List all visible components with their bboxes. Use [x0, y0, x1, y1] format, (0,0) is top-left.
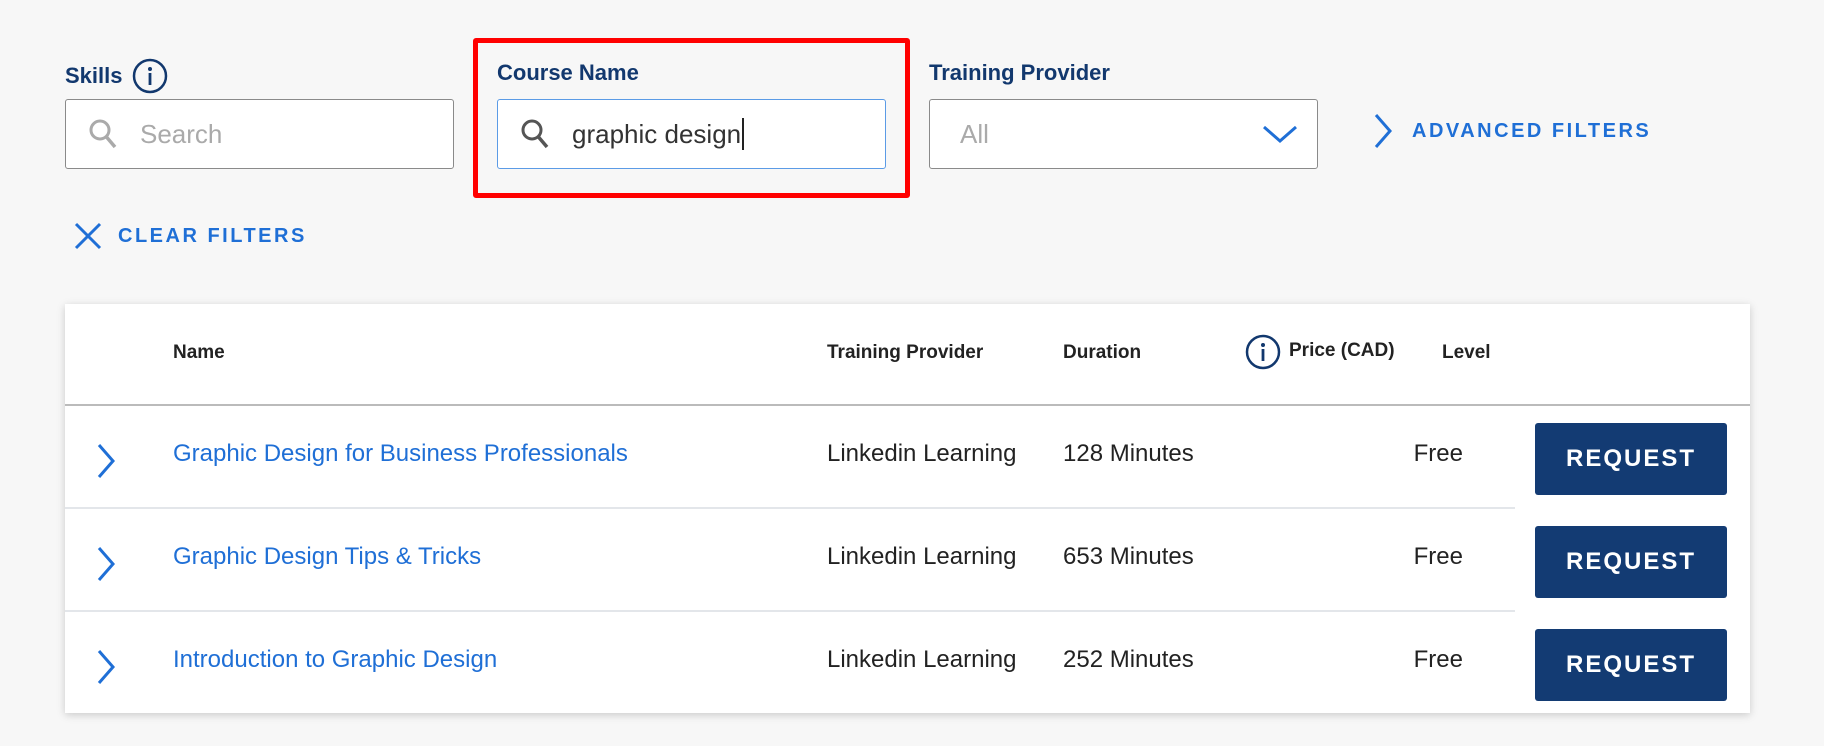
provider-cell: Linkedin Learning — [827, 646, 1017, 673]
table-row: Introduction to Graphic Design Linkedin … — [65, 612, 1750, 715]
duration-cell: 252 Minutes — [1063, 646, 1194, 673]
header-level: Level — [1442, 342, 1491, 363]
clear-filters-button[interactable]: CLEAR FILTERS — [74, 222, 307, 250]
duration-cell: 128 Minutes — [1063, 440, 1194, 467]
provider-cell: Linkedin Learning — [827, 440, 1017, 467]
expand-chevron-icon[interactable] — [95, 442, 117, 480]
price-info-icon[interactable] — [1245, 334, 1281, 370]
skills-search-input[interactable]: Search — [65, 99, 454, 169]
header-price: Price (CAD) — [1289, 340, 1395, 361]
course-name-input[interactable]: graphic design — [497, 99, 886, 169]
request-button[interactable]: REQUEST — [1535, 423, 1727, 495]
close-icon — [74, 222, 102, 250]
price-cell: Free — [1413, 440, 1463, 467]
clear-filters-label: CLEAR FILTERS — [118, 224, 307, 247]
table-row: Graphic Design for Business Professional… — [65, 406, 1750, 509]
skills-placeholder: Search — [140, 118, 223, 149]
skills-label: Skills — [65, 58, 168, 94]
header-name: Name — [173, 342, 225, 363]
search-icon — [89, 119, 117, 149]
price-cell: Free — [1413, 646, 1463, 673]
table-row: Graphic Design Tips & Tricks Linkedin Le… — [65, 509, 1750, 612]
header-training-provider: Training Provider — [827, 342, 984, 363]
duration-cell: 653 Minutes — [1063, 543, 1194, 570]
advanced-filters-label: ADVANCED FILTERS — [1412, 119, 1652, 142]
course-name-link[interactable]: Graphic Design for Business Professional… — [173, 440, 628, 468]
advanced-filters-button[interactable]: ADVANCED FILTERS — [1372, 112, 1651, 150]
course-name-link[interactable]: Introduction to Graphic Design — [173, 646, 497, 674]
results-table: Name Training Provider Duration Price (C… — [65, 304, 1750, 713]
search-icon — [521, 119, 549, 149]
chevron-right-icon — [1374, 114, 1392, 148]
course-name-label: Course Name — [497, 60, 639, 85]
training-provider-select[interactable]: All — [929, 99, 1318, 169]
training-provider-label: Training Provider — [929, 60, 1110, 85]
price-cell: Free — [1413, 543, 1463, 570]
chevron-down-icon — [1263, 125, 1297, 143]
info-icon[interactable] — [132, 58, 168, 94]
header-duration: Duration — [1063, 342, 1142, 363]
course-name-value: graphic design — [572, 118, 742, 149]
text-cursor — [742, 118, 745, 150]
training-provider-value: All — [960, 118, 989, 149]
request-button[interactable]: REQUEST — [1535, 629, 1727, 701]
skills-label-text: Skills — [65, 63, 123, 88]
provider-cell: Linkedin Learning — [827, 543, 1017, 570]
course-name-link[interactable]: Graphic Design Tips & Tricks — [173, 543, 481, 571]
expand-chevron-icon[interactable] — [95, 648, 117, 686]
request-button[interactable]: REQUEST — [1535, 526, 1727, 598]
expand-chevron-icon[interactable] — [95, 545, 117, 583]
